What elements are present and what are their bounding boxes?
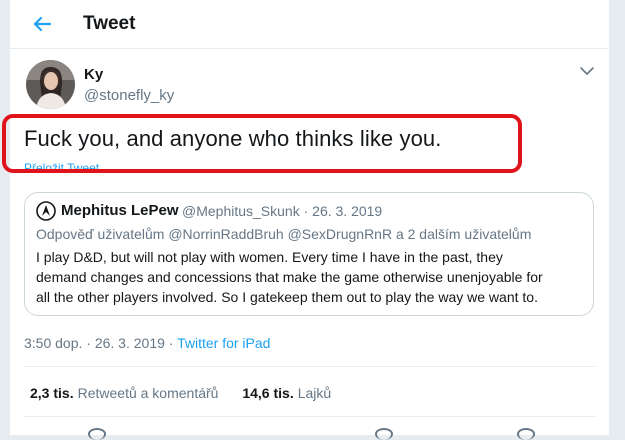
timestamp-time: 3:50 dop. · 26. 3. 2019 · <box>24 335 178 351</box>
page-header: Tweet <box>10 0 609 49</box>
arrow-left-icon <box>33 16 52 32</box>
back-button[interactable] <box>30 12 54 36</box>
more-options-button[interactable] <box>578 64 596 78</box>
quoted-tweet[interactable]: Mephitus LePew @Mephitus_Skunk · 26. 3. … <box>24 192 594 316</box>
quoted-text-line: all the other players involved. So I gat… <box>36 289 538 305</box>
author-handle[interactable]: @stonefly_ky <box>84 87 174 104</box>
likes-count: 14,6 tis. <box>242 385 294 401</box>
retweets-label: Retweetů a komentářů <box>77 385 219 401</box>
tweet-source-link[interactable]: Twitter for iPad <box>177 335 270 351</box>
like-icon[interactable] <box>375 428 393 440</box>
translate-tweet-link[interactable]: Přeložit Tweet <box>24 161 99 175</box>
avatar-image <box>26 60 75 109</box>
tweet-text: Fuck you, and anyone who thinks like you… <box>24 126 442 151</box>
quoted-author-name: Mephitus LePew <box>61 202 179 219</box>
share-icon[interactable] <box>517 428 535 440</box>
tweet-timestamp: 3:50 dop. · 26. 3. 2019 · Twitter for iP… <box>24 335 270 351</box>
page-title: Tweet <box>83 13 136 34</box>
reply-icon[interactable] <box>88 428 106 440</box>
quoted-text: I play D&D, but will not play with women… <box>36 247 586 307</box>
divider <box>24 366 595 367</box>
divider <box>24 416 595 417</box>
author-name[interactable]: Ky <box>84 66 103 83</box>
quoted-author-meta: @Mephitus_Skunk · 26. 3. 2019 <box>182 203 383 219</box>
chevron-down-icon <box>580 67 594 75</box>
quoted-avatar <box>36 201 56 221</box>
quoted-reply-to: Odpověď uživatelům @NorrinRaddBruh @SexD… <box>36 226 532 242</box>
retweets-count: 2,3 tis. <box>30 385 74 401</box>
likes-stat[interactable]: 14,6 tis. Lajků <box>242 385 331 401</box>
quoted-text-line: demand changes and concessions that make… <box>36 269 543 285</box>
avatar[interactable] <box>26 60 75 109</box>
tweet-panel: Tweet Ky @stonefly_ky Fuck you, and anyo… <box>2 0 610 440</box>
likes-label: Lajků <box>297 385 332 401</box>
quoted-text-line: I play D&D, but will not play with women… <box>36 249 503 265</box>
engagement-stats: 2,3 tis. Retweetů a komentářů 14,6 tis. La… <box>30 385 351 401</box>
retweets-stat[interactable]: 2,3 tis. Retweetů a komentářů <box>30 385 218 401</box>
quoted-avatar-icon <box>36 201 56 221</box>
